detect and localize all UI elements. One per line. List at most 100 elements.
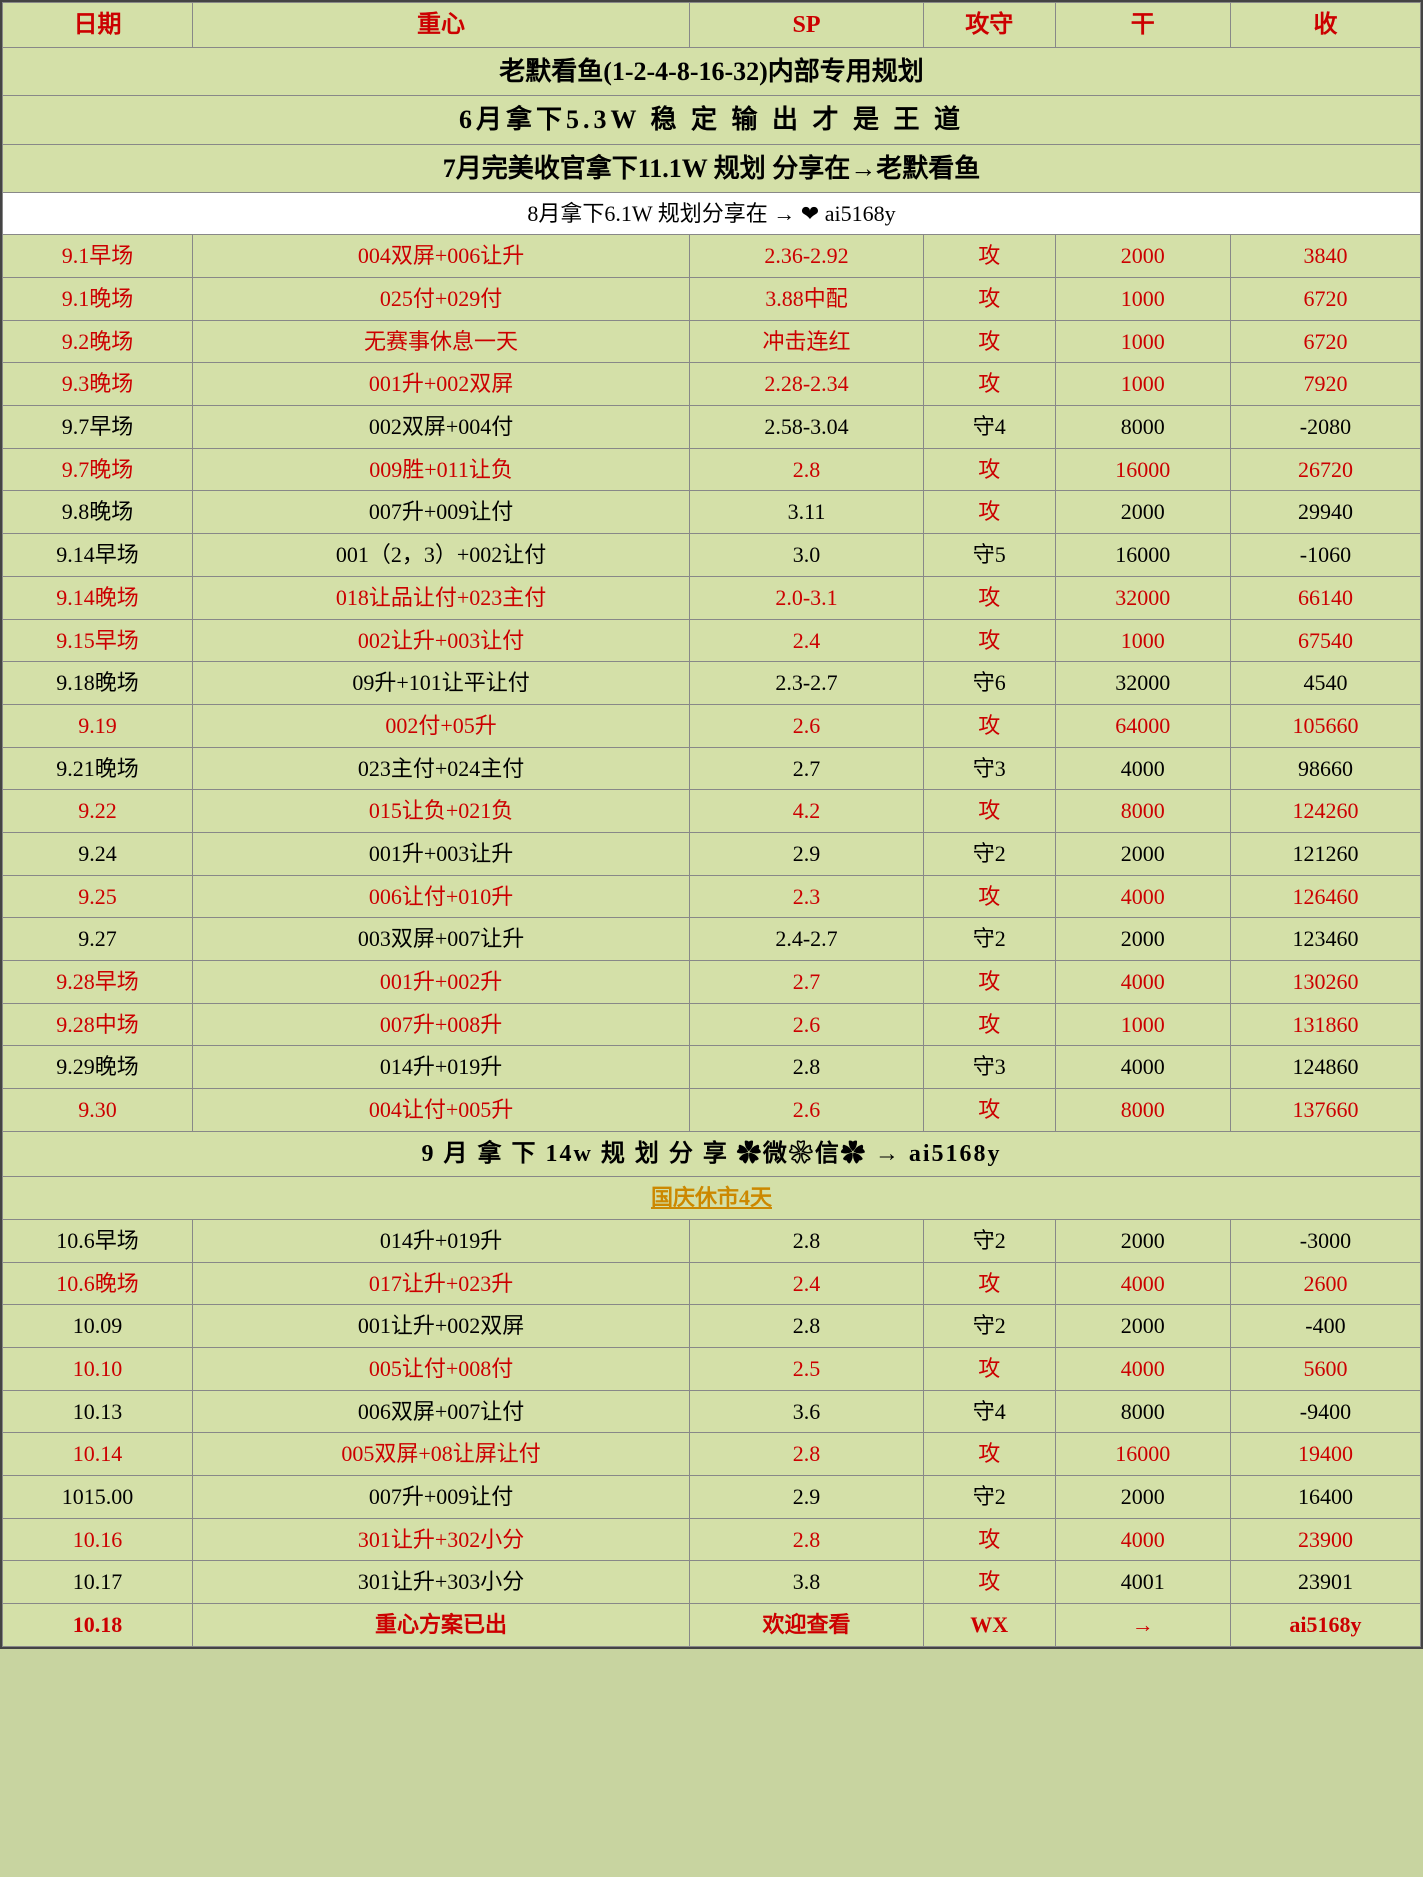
table-cell: 9.22 (3, 790, 193, 833)
table-cell: 2.8 (690, 1433, 924, 1476)
bottom-special-row: 10.18重心方案已出欢迎查看WX→ai5168y (3, 1604, 1421, 1647)
table-cell: 9.30 (3, 1089, 193, 1132)
table-cell: 9.19 (3, 704, 193, 747)
table-cell: 001升+003让升 (193, 832, 690, 875)
table-cell: 015让负+021负 (193, 790, 690, 833)
table-cell: 攻 (923, 1518, 1055, 1561)
table-cell: 67540 (1230, 619, 1420, 662)
table-row: 9.2晚场无赛事休息一天冲击连红攻10006720 (3, 320, 1421, 363)
table-cell: 9.28早场 (3, 961, 193, 1004)
header-gan: 干 (1055, 3, 1230, 48)
table-cell: 2.28-2.34 (690, 363, 924, 406)
table-body: 老默看鱼(1-2-4-8-16-32)内部专用规划 6月拿下5.3W 稳 定 输… (3, 48, 1421, 1646)
bottom-cell-1: 重心方案已出 (193, 1604, 690, 1647)
table-cell: 9.29晚场 (3, 1046, 193, 1089)
table-cell: 2.8 (690, 1046, 924, 1089)
table-cell: 3840 (1230, 235, 1420, 278)
table-cell: 126460 (1230, 875, 1420, 918)
table-cell: 10.16 (3, 1518, 193, 1561)
table-cell: 5600 (1230, 1347, 1420, 1390)
table-row: 10.16301让升+302小分2.8攻400023900 (3, 1518, 1421, 1561)
table-cell: 9.14早场 (3, 534, 193, 577)
table-cell: -3000 (1230, 1219, 1420, 1262)
table-cell: 6720 (1230, 278, 1420, 321)
table-cell: 攻 (923, 278, 1055, 321)
table-cell: 9.25 (3, 875, 193, 918)
table-cell: 冲击连红 (690, 320, 924, 363)
table-cell: 26720 (1230, 448, 1420, 491)
table-cell: 2600 (1230, 1262, 1420, 1305)
table-cell: 124860 (1230, 1046, 1420, 1089)
table-cell: 9.28中场 (3, 1003, 193, 1046)
table-cell: 9.1晚场 (3, 278, 193, 321)
table-cell: 2000 (1055, 491, 1230, 534)
table-cell: 004让付+005升 (193, 1089, 690, 1132)
table-cell: -1060 (1230, 534, 1420, 577)
sept-banner: 9 月 拿 下 14w 规 划 分 享 ✿微❀信✿ → ai5168y (3, 1131, 1421, 1176)
table-row: 9.18晚场09升+101让平让付2.3-2.7守6320004540 (3, 662, 1421, 705)
table-cell: 攻 (923, 1561, 1055, 1604)
table-cell: 9.18晚场 (3, 662, 193, 705)
table-cell: 98660 (1230, 747, 1420, 790)
table-row: 9.21晚场023主付+024主付2.7守3400098660 (3, 747, 1421, 790)
table-cell: 攻 (923, 320, 1055, 363)
banner-row-2: 6月拿下5.3W 稳 定 输 出 才 是 王 道 (3, 96, 1421, 144)
table-cell: 1000 (1055, 363, 1230, 406)
table-cell: 9.2晚场 (3, 320, 193, 363)
table-cell: 014升+019升 (193, 1046, 690, 1089)
table-cell: 守2 (923, 918, 1055, 961)
table-cell: 4000 (1055, 875, 1230, 918)
table-cell: 001让升+002双屏 (193, 1305, 690, 1348)
table-row: 10.6晚场017让升+023升2.4攻40002600 (3, 1262, 1421, 1305)
table-row: 9.29晚场014升+019升2.8守34000124860 (3, 1046, 1421, 1089)
table-row: 9.22015让负+021负4.2攻8000124260 (3, 790, 1421, 833)
table-cell: 137660 (1230, 1089, 1420, 1132)
table-cell: 66140 (1230, 576, 1420, 619)
table-cell: 2000 (1055, 235, 1230, 278)
table-cell: 攻 (923, 1262, 1055, 1305)
table-row: 9.28中场007升+008升2.6攻1000131860 (3, 1003, 1421, 1046)
table-cell: 2.8 (690, 1518, 924, 1561)
table-cell: 121260 (1230, 832, 1420, 875)
table-cell: 16000 (1055, 534, 1230, 577)
table-cell: 007升+009让付 (193, 1476, 690, 1519)
table-cell: 2.9 (690, 1476, 924, 1519)
table-cell: 攻 (923, 790, 1055, 833)
table-row: 10.6早场014升+019升2.8守22000-3000 (3, 1219, 1421, 1262)
table-cell: 8000 (1055, 1089, 1230, 1132)
table-cell: 攻 (923, 1003, 1055, 1046)
main-table: 日期 重心 SP 攻守 干 收 老默看鱼(1-2-4-8-16-32)内部专用规… (2, 2, 1421, 1647)
bottom-cell-5: ai5168y (1230, 1604, 1420, 1647)
table-cell: 002双屏+004付 (193, 406, 690, 449)
table-cell: 105660 (1230, 704, 1420, 747)
table-cell: 3.11 (690, 491, 924, 534)
table-cell: 守6 (923, 662, 1055, 705)
table-cell: 19400 (1230, 1433, 1420, 1476)
table-cell: 10.10 (3, 1347, 193, 1390)
table-cell: 001升+002双屏 (193, 363, 690, 406)
table-cell: 4000 (1055, 747, 1230, 790)
table-cell: 23901 (1230, 1561, 1420, 1604)
table-cell: 2000 (1055, 1305, 1230, 1348)
table-cell: 3.88中配 (690, 278, 924, 321)
table-cell: 10.09 (3, 1305, 193, 1348)
table-row: 10.14005双屏+08让屏让付2.8攻1600019400 (3, 1433, 1421, 1476)
table-cell: 2.6 (690, 1089, 924, 1132)
table-cell: 007升+009让付 (193, 491, 690, 534)
table-cell: 7920 (1230, 363, 1420, 406)
table-cell: 29940 (1230, 491, 1420, 534)
table-cell: 2.8 (690, 448, 924, 491)
table-cell: 2.7 (690, 747, 924, 790)
banner-2: 6月拿下5.3W 稳 定 输 出 才 是 王 道 (3, 96, 1421, 144)
table-cell: 9.24 (3, 832, 193, 875)
table-cell: 2.36-2.92 (690, 235, 924, 278)
table-cell: 1000 (1055, 1003, 1230, 1046)
table-cell: 10.13 (3, 1390, 193, 1433)
table-cell: 004双屏+006让升 (193, 235, 690, 278)
table-cell: 3.6 (690, 1390, 924, 1433)
table-cell: 4000 (1055, 961, 1230, 1004)
table-cell: 32000 (1055, 662, 1230, 705)
banner-1: 老默看鱼(1-2-4-8-16-32)内部专用规划 (3, 48, 1421, 96)
table-cell: 001升+002升 (193, 961, 690, 1004)
table-cell: 4000 (1055, 1262, 1230, 1305)
